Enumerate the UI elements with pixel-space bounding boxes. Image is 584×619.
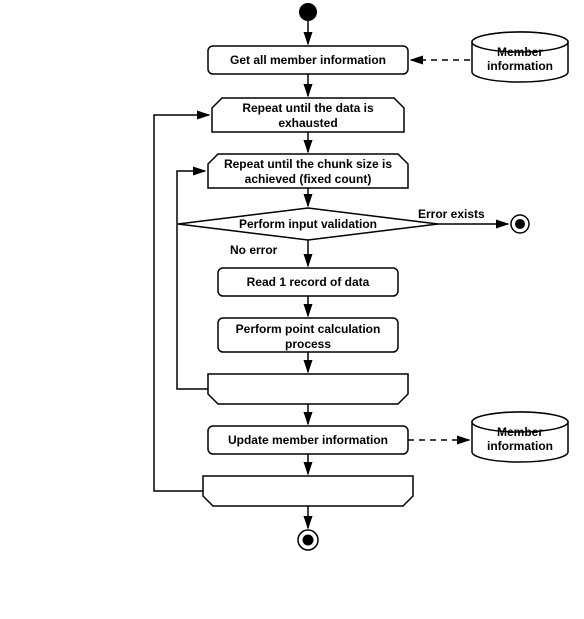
final-node — [511, 215, 529, 233]
edge-back — [177, 171, 208, 389]
edge-label-error: Error exists — [418, 207, 485, 221]
process-label: Get all member information — [230, 53, 386, 67]
loop2-label-b: achieved (fixed count) — [245, 172, 372, 186]
datastore-label-2b: information — [487, 439, 553, 453]
datastore-node: Member information — [472, 412, 568, 462]
loop-end-node — [203, 476, 413, 506]
loop2-label-a: Repeat until the chunk size is — [224, 157, 392, 171]
final-node — [298, 530, 318, 550]
loop-end-node — [208, 374, 408, 404]
calc-label-b: process — [285, 337, 331, 351]
datastore-label-1b: information — [487, 59, 553, 73]
calc-label-a: Perform point calculation — [236, 322, 381, 336]
edge-label-no-error: No error — [230, 243, 278, 257]
decision-label: Perform input validation — [239, 217, 377, 231]
activity-diagram: Get all member information Member inform… — [0, 0, 584, 619]
datastore-label-1a: Member — [497, 45, 543, 59]
datastore-label-2a: Member — [497, 425, 543, 439]
loop1-label-a: Repeat until the data is — [242, 101, 374, 115]
initial-node — [299, 3, 317, 21]
read-label: Read 1 record of data — [247, 275, 370, 289]
update-label: Update member information — [228, 433, 388, 447]
loop1-label-b: exhausted — [278, 116, 337, 130]
datastore-node: Member information — [472, 32, 568, 82]
